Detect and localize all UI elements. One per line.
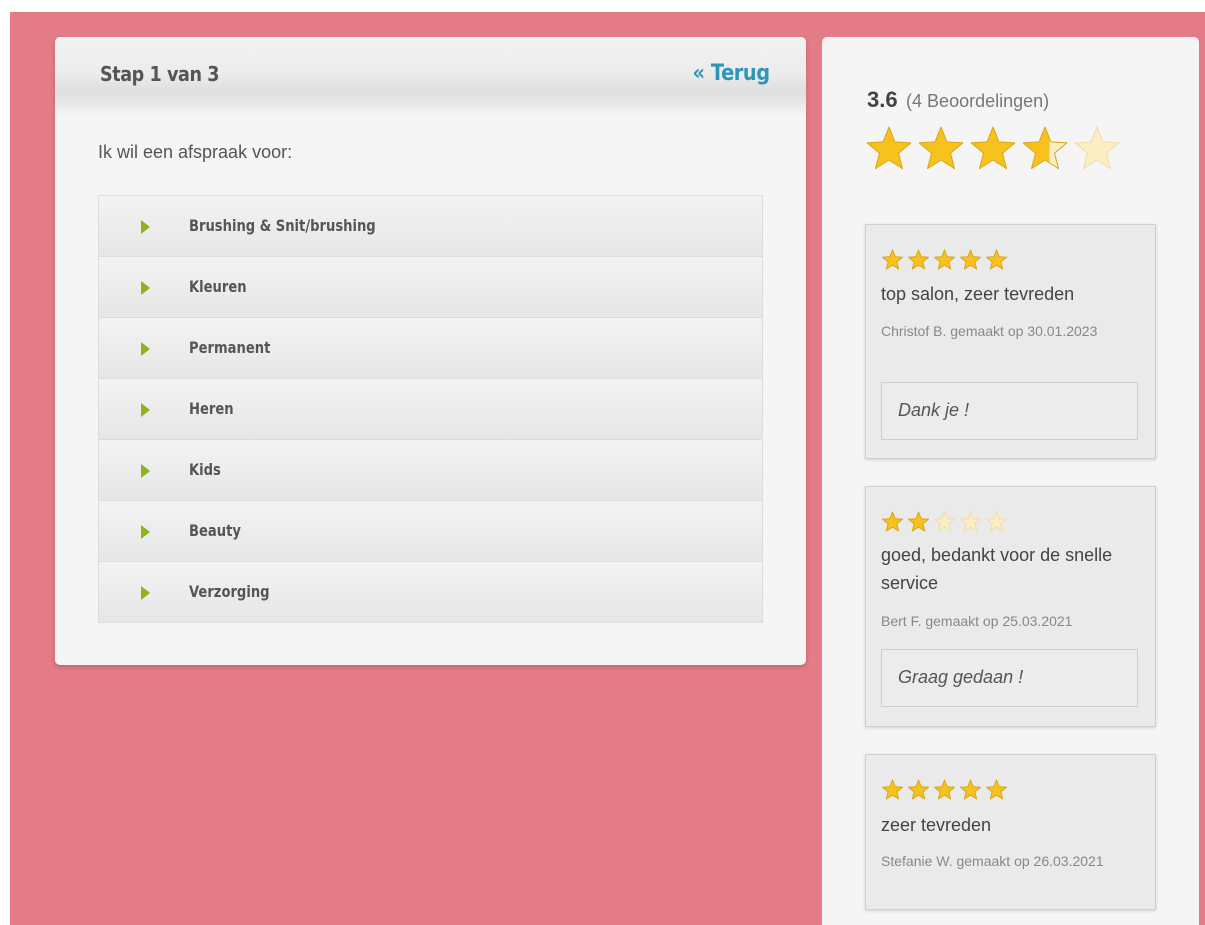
star-icon — [986, 511, 1007, 532]
review-stars — [882, 249, 1007, 270]
review-stars — [882, 511, 1007, 532]
service-label: Kids — [189, 460, 221, 479]
service-item-verzorging[interactable]: Verzorging — [98, 562, 763, 623]
star-icon — [918, 126, 964, 170]
service-list: Brushing & Snit/brushing Kleuren Permane… — [98, 195, 763, 623]
review-reply-text: Graag gedaan ! — [898, 667, 1024, 687]
review-meta: Stefanie W. gemaakt op 26.03.2021 — [881, 853, 1104, 869]
review-title: zeer tevreden — [881, 815, 992, 835]
service-label: Permanent — [189, 338, 271, 357]
service-item-permanent[interactable]: Permanent — [98, 318, 763, 379]
review-reply: Dank je ! — [881, 382, 1138, 440]
star-icon — [934, 249, 955, 270]
triangle-right-icon — [141, 464, 150, 478]
review-meta: Christof B. gemaakt op 30.01.2023 — [881, 323, 1098, 339]
review-reply: Graag gedaan ! — [881, 649, 1138, 707]
star-icon — [908, 249, 929, 270]
booking-card: Stap 1 van 3 « Terug Ik wil een afspraak… — [55, 37, 806, 665]
star-icon — [934, 779, 955, 800]
service-item-kleuren[interactable]: Kleuren — [98, 257, 763, 318]
star-icon — [986, 779, 1007, 800]
review-card: top salon, zeer tevreden Christof B. gem… — [865, 224, 1156, 459]
service-label: Beauty — [189, 521, 241, 540]
star-icon — [882, 511, 903, 532]
star-icon — [986, 249, 1007, 270]
service-label: Verzorging — [189, 582, 270, 601]
booking-intro: Ik wil een afspraak voor: — [98, 142, 293, 162]
booking-card-header: Stap 1 van 3 « Terug — [55, 37, 806, 117]
review-title: top salon, zeer tevreden — [881, 284, 1075, 304]
service-label: Heren — [189, 399, 234, 418]
service-item-brushing[interactable]: Brushing & Snit/brushing — [98, 195, 763, 257]
star-icon — [908, 511, 929, 532]
star-icon — [1074, 126, 1120, 170]
rating-summary: 3.6 (4 Beoordelingen) — [867, 87, 1049, 113]
reviews-panel: 3.6 (4 Beoordelingen) top salon, zeer te… — [822, 37, 1199, 925]
triangle-right-icon — [141, 281, 150, 295]
star-icon — [908, 779, 929, 800]
service-item-kids[interactable]: Kids — [98, 440, 763, 501]
step-indicator: Stap 1 van 3 — [100, 62, 220, 86]
rating-score: 3.6 — [867, 87, 898, 112]
star-icon — [960, 249, 981, 270]
back-link[interactable]: « Terug — [693, 61, 771, 86]
star-icon — [970, 126, 1016, 170]
triangle-right-icon — [141, 525, 150, 539]
star-icon — [882, 779, 903, 800]
service-item-heren[interactable]: Heren — [98, 379, 763, 440]
star-icon — [866, 126, 912, 170]
review-stars — [882, 779, 1007, 800]
service-label: Kleuren — [189, 277, 247, 296]
review-title: goed, bedankt voor de snelle service — [881, 545, 1113, 593]
review-card: goed, bedankt voor de snelle service Ber… — [865, 486, 1156, 727]
star-icon — [1022, 126, 1068, 170]
triangle-right-icon — [141, 403, 150, 417]
triangle-right-icon — [141, 342, 150, 356]
star-icon — [960, 779, 981, 800]
rating-stars — [866, 126, 1120, 170]
service-item-beauty[interactable]: Beauty — [98, 501, 763, 562]
rating-count: (4 Beoordelingen) — [906, 91, 1050, 111]
review-card: zeer tevreden Stefanie W. gemaakt op 26.… — [865, 754, 1156, 910]
star-icon — [960, 511, 981, 532]
review-reply-text: Dank je ! — [898, 400, 970, 420]
triangle-right-icon — [141, 586, 150, 600]
triangle-right-icon — [141, 220, 150, 234]
service-label: Brushing & Snit/brushing — [189, 216, 376, 235]
star-icon — [882, 249, 903, 270]
review-meta: Bert F. gemaakt op 25.03.2021 — [881, 613, 1073, 629]
star-icon — [934, 511, 955, 532]
